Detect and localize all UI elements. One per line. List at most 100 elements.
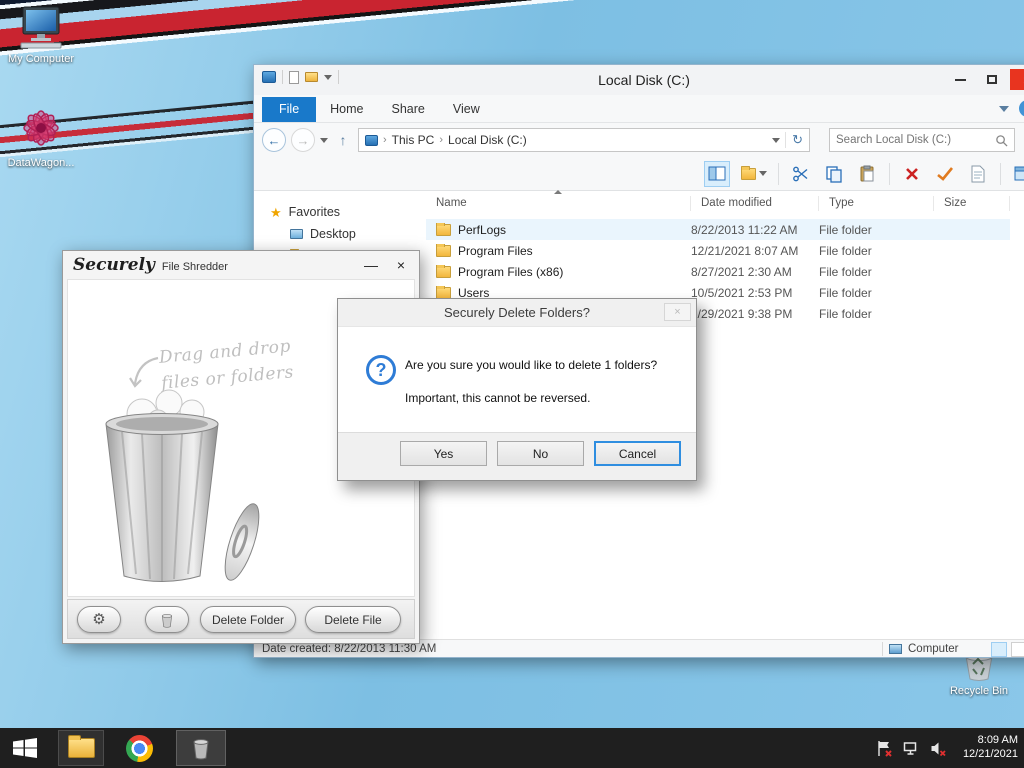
open-button[interactable] bbox=[1012, 163, 1024, 185]
tab-home[interactable]: Home bbox=[316, 97, 377, 122]
close-button[interactable]: × bbox=[1010, 69, 1024, 90]
minimize-button[interactable] bbox=[946, 69, 974, 90]
file-name: PerfLogs bbox=[458, 222, 507, 237]
rename-button[interactable] bbox=[934, 163, 956, 185]
column-headers: Name Date modified Type Size bbox=[426, 189, 1024, 215]
file-row-program-files[interactable]: Program Files 12/21/2021 8:07 AM File fo… bbox=[426, 240, 1010, 261]
recent-locations-chevron-icon[interactable] bbox=[320, 137, 328, 143]
folder-icon bbox=[436, 285, 451, 299]
start-button[interactable] bbox=[0, 728, 50, 768]
cancel-button[interactable]: Cancel bbox=[594, 441, 681, 466]
expand-ribbon-chevron-icon[interactable] bbox=[999, 105, 1009, 112]
maximize-button[interactable] bbox=[978, 69, 1006, 90]
address-bar[interactable]: › This PC › Local Disk (C:) ↻ bbox=[358, 128, 810, 152]
paste-button[interactable] bbox=[856, 163, 878, 185]
breadcrumb-this-pc[interactable]: This PC bbox=[392, 133, 435, 147]
action-center-flag-icon[interactable] bbox=[876, 739, 894, 757]
new-item-chevron-icon bbox=[759, 171, 767, 176]
icons-view-toggle[interactable] bbox=[1011, 642, 1024, 657]
sidebar-label: Desktop bbox=[310, 227, 356, 241]
file-row-perflogs[interactable]: PerfLogs 8/22/2013 11:22 AM File folder bbox=[426, 219, 1010, 240]
clock-time: 8:09 AM bbox=[977, 734, 1018, 747]
file-date: 12/21/2021 8:07 AM bbox=[691, 243, 799, 258]
taskbar-file-explorer[interactable] bbox=[58, 730, 104, 766]
properties-icon[interactable] bbox=[289, 70, 299, 84]
shredder-brand: Securely bbox=[73, 255, 155, 275]
taskbar-file-shredder[interactable] bbox=[176, 730, 226, 766]
tab-share[interactable]: Share bbox=[378, 97, 439, 122]
shredder-titlebar[interactable]: Securely File Shredder — × bbox=[63, 251, 419, 279]
customize-qat-chevron-icon[interactable] bbox=[324, 74, 332, 80]
column-header-type[interactable]: Type bbox=[819, 195, 934, 211]
file-row-program-files-x86[interactable]: Program Files (x86) 8/27/2021 2:30 AM Fi… bbox=[426, 261, 1010, 282]
refresh-icon[interactable]: ↻ bbox=[785, 132, 803, 148]
new-folder-icon bbox=[741, 165, 756, 180]
confirm-delete-dialog: Securely Delete Folders? × ? Are you sur… bbox=[337, 298, 697, 481]
folder-icon bbox=[436, 264, 451, 278]
window-title: Local Disk (C:) bbox=[598, 72, 690, 88]
location-icon bbox=[365, 134, 378, 146]
dialog-message: Are you sure you would like to delete 1 … bbox=[405, 358, 658, 372]
tab-view[interactable]: View bbox=[439, 97, 494, 122]
my-computer-icon bbox=[20, 6, 62, 49]
shredder-app-icon bbox=[193, 739, 209, 760]
volume-icon[interactable] bbox=[930, 739, 948, 757]
file-type: File folder bbox=[819, 264, 872, 279]
copy-icon bbox=[826, 165, 842, 183]
yes-button[interactable]: Yes bbox=[400, 441, 487, 466]
explorer-titlebar[interactable]: Local Disk (C:) × bbox=[254, 65, 1024, 95]
sidebar-item-favorites[interactable]: ★ Favorites bbox=[254, 201, 426, 223]
search-input[interactable] bbox=[836, 134, 995, 146]
shredder-app-title: File Shredder bbox=[161, 261, 228, 273]
file-explorer-icon bbox=[67, 735, 95, 758]
properties-button[interactable] bbox=[967, 163, 989, 185]
datawagon-icon bbox=[23, 110, 59, 146]
network-icon[interactable] bbox=[903, 739, 921, 757]
system-tray: 8:09 AM 12/21/2021 bbox=[876, 728, 1018, 768]
forward-button[interactable]: → bbox=[291, 128, 315, 152]
delete-file-button[interactable]: Delete File bbox=[305, 606, 401, 633]
desktop-icon-my-computer[interactable]: My Computer bbox=[4, 6, 78, 65]
file-date: 8/27/2021 2:30 AM bbox=[691, 264, 792, 279]
delete-button[interactable] bbox=[901, 163, 923, 185]
help-icon[interactable]: ? bbox=[1019, 100, 1024, 117]
search-box[interactable] bbox=[829, 128, 1015, 152]
shredder-minimize-button[interactable]: — bbox=[361, 255, 381, 275]
sidebar-item-desktop[interactable]: Desktop bbox=[254, 223, 426, 245]
column-header-name[interactable]: Name bbox=[426, 189, 691, 211]
file-name: Program Files bbox=[458, 243, 533, 258]
separator bbox=[338, 70, 339, 84]
dialog-titlebar[interactable]: Securely Delete Folders? × bbox=[338, 299, 696, 326]
desktop-icon-datawagon[interactable]: DataWagon... bbox=[4, 102, 78, 169]
taskbar-clock[interactable]: 8:09 AM 12/21/2021 bbox=[957, 734, 1018, 762]
computer-mini-icon bbox=[889, 644, 902, 654]
copy-button[interactable] bbox=[823, 163, 845, 185]
chrome-icon bbox=[125, 734, 153, 762]
breadcrumb-current[interactable]: Local Disk (C:) bbox=[448, 133, 527, 147]
settings-button[interactable]: ⚙ bbox=[77, 606, 121, 633]
no-button[interactable]: No bbox=[497, 441, 584, 466]
windows-logo-icon bbox=[13, 738, 37, 758]
up-button[interactable]: ↑ bbox=[333, 132, 353, 148]
preview-pane-toggle[interactable] bbox=[704, 160, 730, 187]
column-header-date-modified[interactable]: Date modified bbox=[691, 195, 819, 211]
tab-file[interactable]: File bbox=[262, 97, 317, 122]
delete-folder-button[interactable]: Delete Folder bbox=[200, 606, 296, 633]
file-type: File folder bbox=[819, 243, 872, 258]
desktop-mini-icon bbox=[290, 229, 303, 239]
new-folder-button[interactable] bbox=[741, 165, 767, 180]
pane-icon bbox=[708, 166, 726, 180]
cut-button[interactable] bbox=[790, 163, 812, 185]
search-icon bbox=[996, 134, 1008, 147]
new-folder-qat-icon[interactable] bbox=[305, 72, 318, 82]
shred-button[interactable] bbox=[145, 606, 189, 633]
dialog-close-button[interactable]: × bbox=[664, 303, 691, 321]
taskbar-chrome[interactable] bbox=[116, 730, 162, 766]
column-header-size[interactable]: Size bbox=[934, 195, 1010, 211]
address-dropdown-chevron-icon[interactable] bbox=[772, 137, 781, 143]
details-view-toggle[interactable] bbox=[991, 642, 1007, 657]
shredder-close-button[interactable]: × bbox=[391, 255, 411, 275]
file-type: File folder bbox=[819, 222, 872, 237]
back-button[interactable]: ← bbox=[262, 128, 286, 152]
file-type: File folder bbox=[819, 285, 872, 300]
